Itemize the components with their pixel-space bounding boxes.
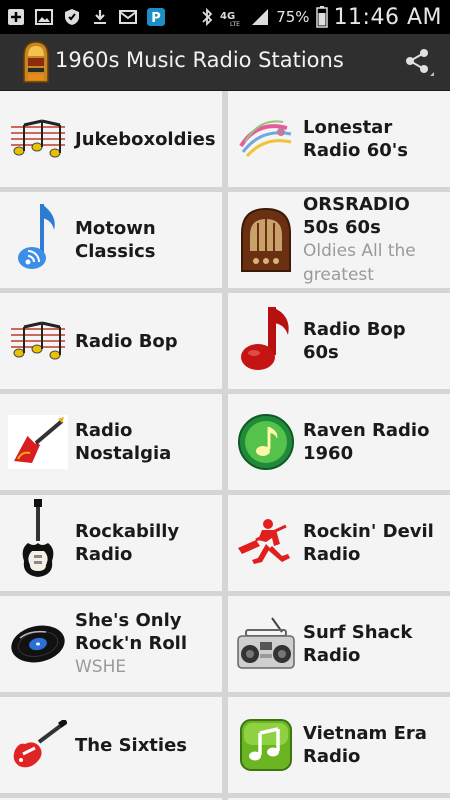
station-card[interactable]: Raven Radio 1960 bbox=[228, 394, 450, 490]
boombox-icon bbox=[236, 614, 296, 674]
green-note-badge-icon bbox=[236, 412, 296, 472]
vinyl-record-icon bbox=[8, 614, 68, 674]
clock: 11:46 AM bbox=[333, 4, 442, 30]
station-name: Motown Classics bbox=[75, 218, 156, 262]
signal-icon bbox=[252, 9, 269, 25]
system-status: 4G LTE 75% 11:46 AM bbox=[200, 0, 442, 34]
add-notification-icon bbox=[6, 7, 26, 27]
station-subtitle: WSHE bbox=[75, 657, 127, 677]
station-name: Surf Shack Radio bbox=[303, 622, 413, 666]
notification-icons: P bbox=[6, 7, 166, 27]
music-notes-icon bbox=[8, 109, 68, 169]
jukebox-app-icon[interactable] bbox=[22, 40, 50, 84]
station-name: Lonestar Radio 60's bbox=[303, 117, 408, 161]
network-4g-icon: 4GLTE bbox=[220, 11, 240, 27]
station-name: The Sixties bbox=[75, 734, 188, 756]
battery-icon bbox=[315, 6, 328, 28]
station-card[interactable]: Jukeboxoldies bbox=[0, 91, 222, 187]
station-name: She's Only Rock'n Roll bbox=[75, 610, 188, 654]
station-name: ORSRADIO 50s 60s bbox=[303, 194, 410, 238]
svg-text:LTE: LTE bbox=[230, 21, 240, 27]
station-card[interactable]: ORSRADIO 50s 60s Oldies All the greatest bbox=[228, 192, 450, 288]
station-name: Rockin' Devil Radio bbox=[303, 521, 434, 565]
app-notification-icon: P bbox=[146, 7, 166, 27]
station-name: Vietnam Era Radio bbox=[303, 723, 427, 767]
action-bar: 1960s Music Radio Stations bbox=[0, 34, 450, 91]
station-card[interactable]: Lonestar Radio 60's bbox=[228, 91, 450, 187]
blue-note-icon bbox=[8, 204, 68, 270]
battery-percentage: 75% bbox=[276, 8, 310, 26]
station-name: Rockabilly Radio bbox=[75, 521, 180, 565]
station-name: Radio Bop 60s bbox=[303, 319, 406, 363]
red-guitar-icon bbox=[8, 715, 68, 775]
mail-notification-icon bbox=[118, 7, 138, 27]
vintage-radio-icon bbox=[236, 207, 296, 272]
station-name: Radio Nostalgia bbox=[75, 420, 172, 464]
guitar-flame-icon bbox=[8, 412, 68, 472]
image-notification-icon bbox=[34, 7, 54, 27]
station-card[interactable]: She's Only Rock'n Roll WSHE bbox=[0, 596, 222, 692]
share-button[interactable] bbox=[400, 44, 436, 80]
shield-notification-icon bbox=[62, 7, 82, 27]
music-app-icon bbox=[236, 715, 296, 775]
swirl-art-icon bbox=[236, 109, 296, 169]
station-card[interactable]: Rockabilly Radio bbox=[0, 495, 222, 591]
station-card[interactable]: Surf Shack Radio bbox=[228, 596, 450, 692]
electric-guitar-icon bbox=[8, 499, 68, 577]
station-card[interactable]: Rockin' Devil Radio bbox=[228, 495, 450, 591]
bluetooth-icon bbox=[202, 7, 213, 27]
station-name: Radio Bop bbox=[75, 330, 178, 352]
station-card[interactable]: Radio Nostalgia bbox=[0, 394, 222, 490]
station-card[interactable]: Radio Bop 60s bbox=[228, 293, 450, 389]
station-name: Raven Radio 1960 bbox=[303, 420, 430, 464]
app-title: 1960s Music Radio Stations bbox=[55, 48, 344, 72]
station-card[interactable]: The Sixties bbox=[0, 697, 222, 793]
status-bar: P 4G LTE 75% 11:46 AM bbox=[0, 0, 450, 34]
svg-text:P: P bbox=[151, 11, 161, 26]
music-notes-icon bbox=[8, 311, 68, 371]
share-icon bbox=[406, 49, 434, 76]
station-subtitle: Oldies All the greatest bbox=[303, 241, 416, 285]
guitarist-silhouette-icon bbox=[236, 513, 296, 573]
station-card[interactable]: Motown Classics bbox=[0, 192, 222, 288]
station-card[interactable]: Radio Bop bbox=[0, 293, 222, 389]
red-note-icon bbox=[236, 307, 296, 371]
station-card[interactable]: Vietnam Era Radio bbox=[228, 697, 450, 793]
station-grid: Jukeboxoldies Lonestar Radio 60's Motown… bbox=[0, 91, 450, 800]
station-name: Jukeboxoldies bbox=[75, 128, 216, 150]
download-notification-icon bbox=[90, 7, 110, 27]
